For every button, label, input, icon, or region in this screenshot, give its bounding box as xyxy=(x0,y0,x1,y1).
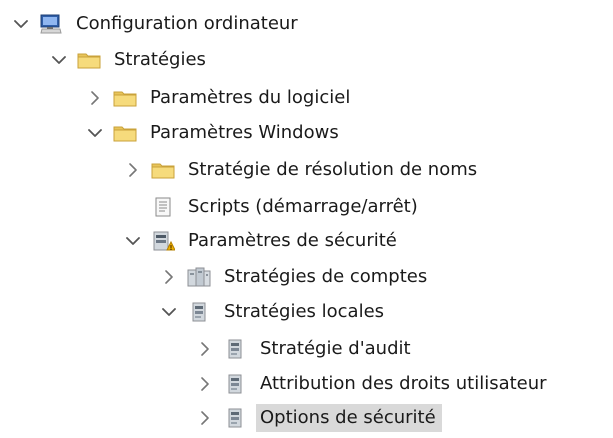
tree-node-strategie-d-audit[interactable]: Stratégie d'audit xyxy=(196,331,411,367)
tree-node-strategies[interactable]: Stratégies xyxy=(50,42,206,78)
tree-node-label: Attribution des droits utilisateur xyxy=(260,373,547,394)
policy-book-icon xyxy=(222,337,248,361)
tree-node-scripts-demarrage-arret[interactable]: Scripts (démarrage/arrêt) xyxy=(124,189,418,225)
security-settings-icon xyxy=(150,229,176,253)
policy-books-icon xyxy=(186,265,212,289)
folder-icon xyxy=(112,86,138,110)
tree-node-label: Paramètres Windows xyxy=(150,122,339,143)
tree-node-strategies-locales[interactable]: Stratégies locales xyxy=(160,294,384,330)
chevron-right-icon[interactable] xyxy=(124,161,142,179)
chevron-down-icon[interactable] xyxy=(50,51,68,69)
computer-icon xyxy=(38,12,64,36)
tree-node-parametres-du-logiciel[interactable]: Paramètres du logiciel xyxy=(86,80,350,116)
chevron-right-icon[interactable] xyxy=(196,340,214,358)
tree-node-label: Stratégies xyxy=(114,49,206,70)
chevron-down-icon[interactable] xyxy=(160,303,178,321)
tree-node-label: Scripts (démarrage/arrêt) xyxy=(188,196,418,217)
tree-node-label: Paramètres du logiciel xyxy=(150,87,351,108)
tree-node-strategies-de-comptes[interactable]: Stratégies de comptes xyxy=(160,259,427,295)
tree-node-label: Paramètres de sécurité xyxy=(188,230,397,251)
tree-node-label: Stratégies locales xyxy=(224,301,385,322)
tree-node-label: Stratégie d'audit xyxy=(260,338,411,359)
policy-book-icon xyxy=(186,300,212,324)
folder-icon xyxy=(150,158,176,182)
folder-icon xyxy=(76,48,102,72)
tree-node-label: Stratégies de comptes xyxy=(224,266,428,287)
tree-node-options-de-securite[interactable]: Options de sécurité xyxy=(196,400,442,436)
tree-node-parametres-de-securite[interactable]: Paramètres de sécurité xyxy=(124,223,397,259)
policy-book-icon xyxy=(222,406,248,430)
chevron-right-icon[interactable] xyxy=(160,268,178,286)
tree-node-attribution-des-droits-utilisateur[interactable]: Attribution des droits utilisateur xyxy=(196,366,547,402)
chevron-down-icon[interactable] xyxy=(86,124,104,142)
chevron-down-icon[interactable] xyxy=(124,232,142,250)
chevron-down-icon[interactable] xyxy=(12,15,30,33)
folder-icon xyxy=(112,121,138,145)
scripts-icon xyxy=(150,195,176,219)
tree-node-configuration-ordinateur[interactable]: Configuration ordinateur xyxy=(12,6,298,42)
chevron-right-icon[interactable] xyxy=(196,375,214,393)
chevron-right-icon[interactable] xyxy=(86,89,104,107)
navigation-tree: Configuration ordinateur Stratégies Paramè… xyxy=(0,0,613,438)
tree-node-label: Configuration ordinateur xyxy=(76,13,298,34)
tree-node-parametres-windows[interactable]: Paramètres Windows xyxy=(86,115,339,151)
tree-node-label: Options de sécurité xyxy=(256,404,442,432)
chevron-right-icon[interactable] xyxy=(196,409,214,427)
tree-node-strategie-de-resolution-de-noms[interactable]: Stratégie de résolution de noms xyxy=(124,152,477,188)
policy-book-icon xyxy=(222,372,248,396)
tree-node-label: Stratégie de résolution de noms xyxy=(188,159,478,180)
